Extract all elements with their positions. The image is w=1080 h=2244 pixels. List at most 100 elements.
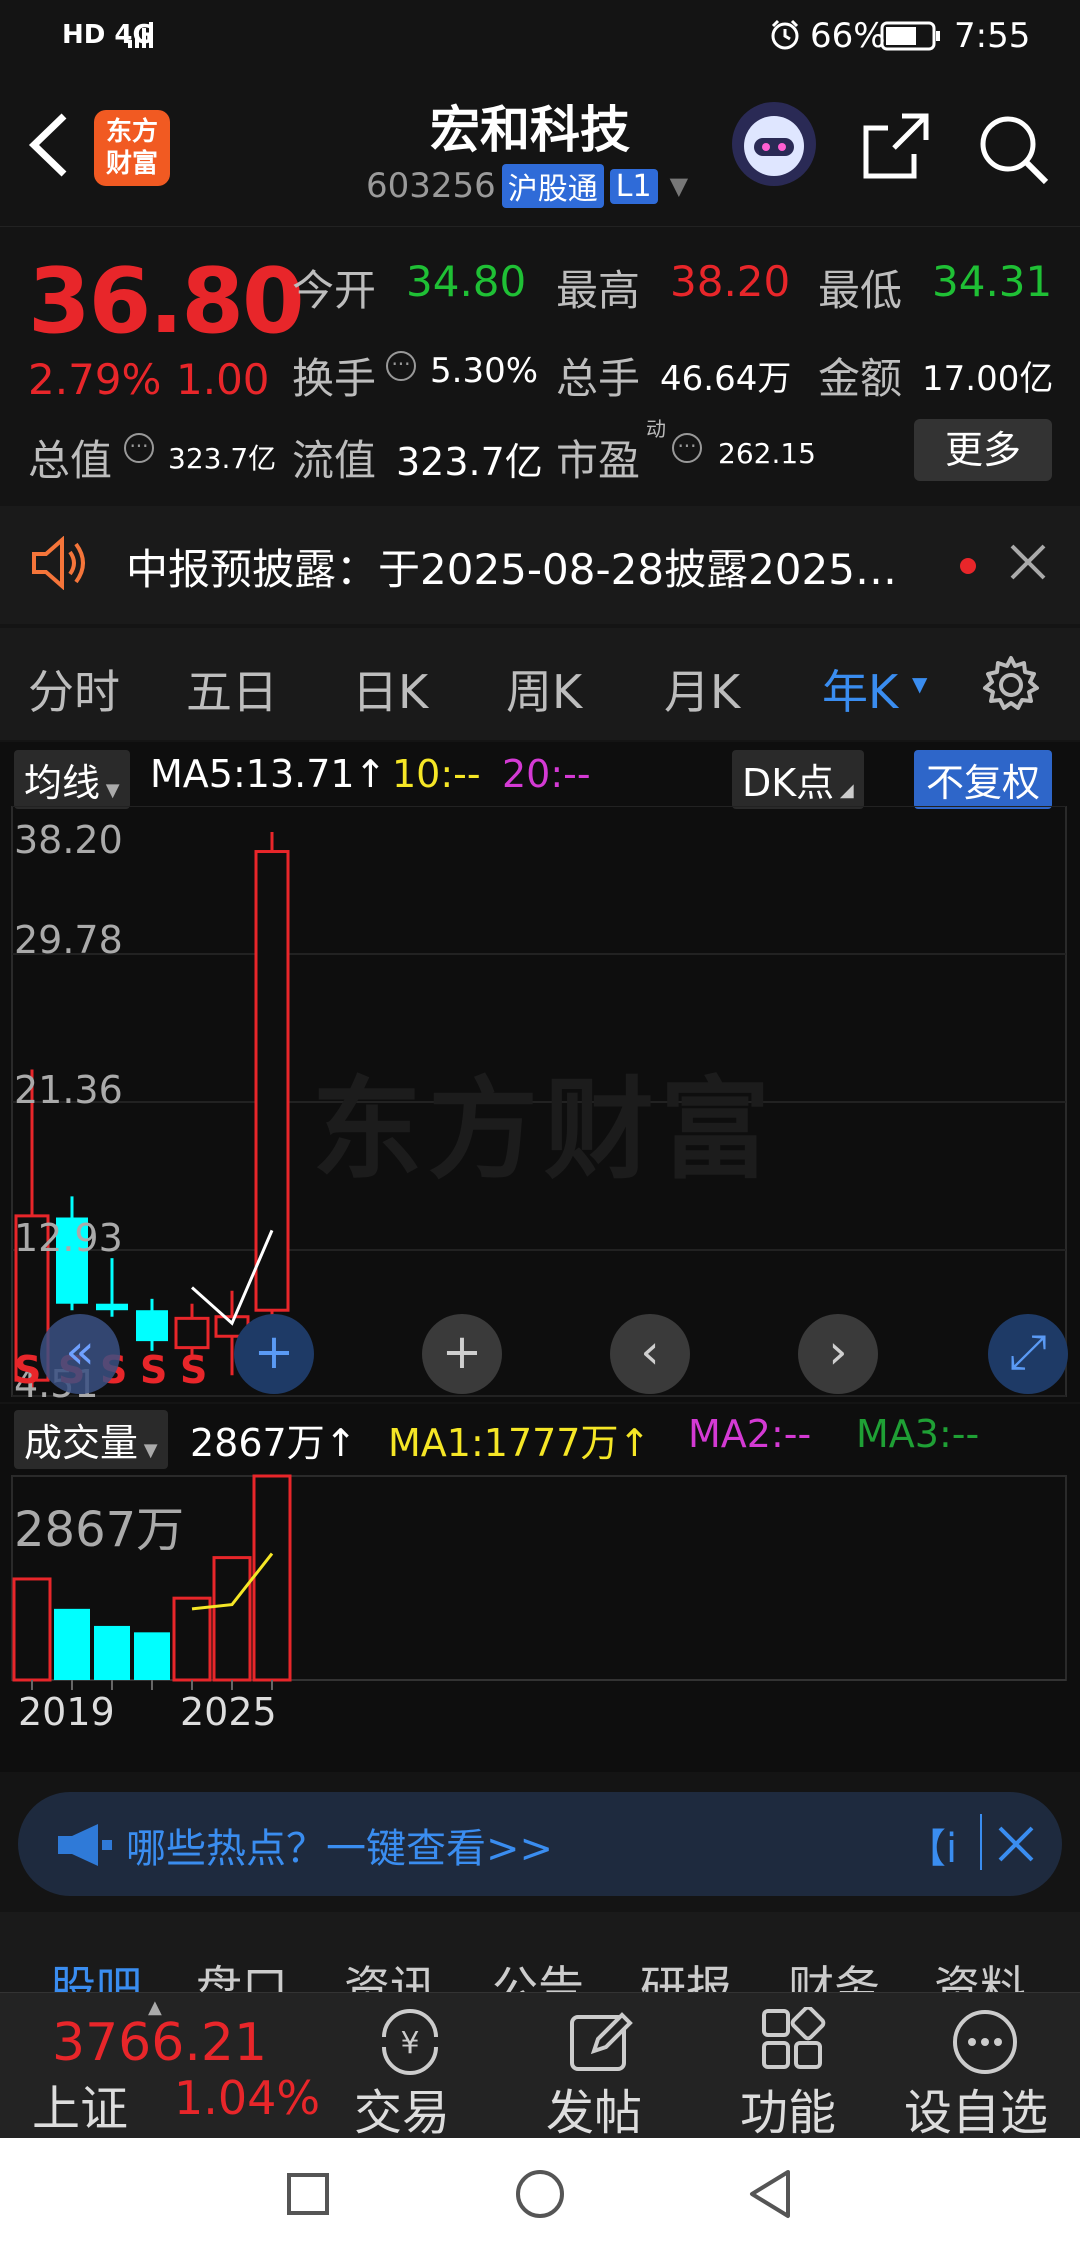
adjust-button[interactable]: 不复权 (914, 750, 1053, 809)
nav-add-watchlist[interactable]: 设自选 (900, 1993, 1080, 2141)
info-icon[interactable]: ··· (386, 351, 416, 381)
volume-bar (94, 1625, 130, 1680)
volume-bar (54, 1608, 90, 1680)
tab-news[interactable]: 资讯 (344, 1952, 436, 1992)
scroll-left-button[interactable]: ‹ (610, 1314, 690, 1394)
indicator-select-label: 成交量 (24, 1421, 139, 1465)
tab-announcements[interactable]: 公告 (492, 1952, 584, 1992)
quote-panel: 36.80 2.79% 1.00 今开 34.80 最高 38.20 最低 34… (0, 226, 1080, 502)
alarm-icon (768, 18, 802, 56)
nav-add-watchlist-label: 设自选 (904, 2085, 1049, 2141)
fullscreen-button[interactable]: ⤢ (988, 1314, 1068, 1394)
mktcap-value: 323.7亿 (168, 442, 277, 475)
battery-percent: 66% (810, 16, 886, 56)
dk-point-select[interactable]: DK点 ◢ (732, 750, 864, 809)
back-nav-icon[interactable] (746, 2168, 794, 2224)
back-icon[interactable] (26, 112, 72, 182)
volume-label: 总手 (556, 354, 641, 403)
home-icon[interactable] (514, 2168, 566, 2224)
index-ticker[interactable]: 3766.21 上证 1.04% (0, 1993, 330, 2139)
stock-code: 603256 (366, 166, 496, 206)
open-value: 34.80 (406, 257, 527, 306)
scroll-right-button[interactable]: › (798, 1314, 878, 1394)
app-logo[interactable]: 东方财富 (94, 110, 170, 186)
gear-icon[interactable] (980, 654, 1042, 720)
kline-chart-panel: 均线 ▼ MA5:13.71↑ 10:-- 20:-- DK点 ◢ 不复权 38… (0, 742, 1080, 1406)
high-value: 38.20 (670, 257, 791, 306)
ma-select[interactable]: 均线 ▼ (14, 750, 130, 809)
collapse-left-button[interactable]: « (40, 1314, 120, 1394)
tab-yearly-k[interactable]: 年K (822, 656, 898, 722)
level-tag: L1 (609, 168, 658, 204)
amount-value: 17.00亿 (922, 359, 1054, 399)
volume-ma1: MA1:1777万↑ (388, 1421, 651, 1465)
hotspot-banner[interactable]: 哪些热点？一键查看>> 【i (18, 1792, 1062, 1896)
y-tick-label: 21.36 (14, 1068, 123, 1112)
amount-label: 金额 (818, 354, 903, 403)
tab-profile[interactable]: 资料 (934, 1952, 1026, 1992)
zoom-in-button[interactable]: + (234, 1314, 314, 1394)
indicator-select[interactable]: 成交量 ▼ (14, 1410, 168, 1469)
close-icon[interactable] (1008, 542, 1048, 586)
volume-ma3: MA3:-- (856, 1412, 980, 1456)
clock: 7:55 (954, 16, 1031, 56)
tab-intraday[interactable]: 分时 (28, 656, 120, 722)
tab-weekly-k[interactable]: 周K (506, 656, 582, 722)
signal-bars-icon (126, 20, 156, 54)
candle-body (254, 850, 290, 1312)
grid-icon (760, 2005, 826, 2077)
y-tick-label: 12.93 (14, 1216, 123, 1260)
y-tick-label: 29.78 (14, 918, 123, 962)
ma5-value: MA5:13.71↑ (150, 752, 387, 796)
index-value: 3766.21 (52, 2013, 268, 2073)
share-icon[interactable] (858, 110, 932, 188)
zoom-in-button-2[interactable]: + (422, 1314, 502, 1394)
tab-finance[interactable]: 财务 (788, 1952, 880, 1992)
mktcap-label: 总值 (28, 436, 113, 485)
change-percent: 2.79% (28, 355, 162, 404)
index-change: 1.04% (174, 2071, 321, 2125)
nav-functions-label: 功能 (740, 2085, 837, 2141)
low-label: 最低 (818, 266, 903, 315)
x-tick-label: 2025 (180, 1690, 277, 1734)
tab-research[interactable]: 研报 (640, 1952, 732, 1992)
tab-monthly-k[interactable]: 月K (664, 656, 740, 722)
pe-superscript: 动 (646, 417, 666, 441)
nav-trade-label: 交易 (354, 2085, 451, 2141)
volume-panel: 成交量 ▼ 2867万↑ MA1:1777万↑ MA2:-- MA3:-- 28… (0, 1404, 1080, 1772)
sell-signal-mark: S (14, 1348, 42, 1392)
nav-post[interactable]: 发帖 (540, 1993, 700, 2141)
info-icon[interactable]: ··· (124, 433, 154, 463)
candle-body (174, 1316, 210, 1350)
notice-banner[interactable]: 中报预披露：于2025-08-28披露2025… (0, 506, 1080, 624)
more-button[interactable]: 更多 (914, 419, 1052, 481)
edit-icon (566, 2007, 636, 2081)
nav-trade[interactable]: ¥ 交易 (350, 1993, 510, 2141)
float-value: 323.7亿 (396, 440, 543, 484)
high-label: 最高 (556, 266, 641, 315)
close-icon[interactable] (996, 1824, 1036, 1868)
tab-pankou[interactable]: 盘口 (196, 1952, 288, 1992)
volume-bar (172, 1596, 212, 1682)
info-icon[interactable]: ··· (672, 433, 702, 463)
tab-guba[interactable]: 股吧 (50, 1952, 142, 1992)
caret-down-icon: ▼ (912, 672, 928, 696)
volume-bar (212, 1556, 252, 1682)
search-icon[interactable] (976, 112, 1050, 190)
nav-functions[interactable]: 功能 (730, 1993, 890, 2141)
volume-ma2: MA2:-- (688, 1412, 812, 1456)
ma20-value: 20:-- (502, 752, 591, 796)
recent-apps-icon[interactable] (286, 2172, 330, 2220)
megaphone-icon (54, 1822, 114, 1872)
stock-code-row[interactable]: 603256 沪股通 L1 ▼ (366, 164, 688, 208)
tab-daily-k[interactable]: 日K (352, 656, 428, 722)
more-icon (950, 2007, 1020, 2081)
volume-bar (12, 1577, 52, 1682)
stock-header: 东方财富 宏和科技 603256 沪股通 L1 ▼ (0, 72, 1080, 224)
open-label: 今开 (292, 266, 377, 315)
sell-signal-mark: S (140, 1348, 168, 1392)
tab-five-day[interactable]: 五日 (186, 656, 278, 722)
ai-assistant-avatar[interactable] (732, 102, 816, 186)
period-tabs: 分时 五日 日K 周K 月K 年K ▼ (0, 628, 1080, 740)
x-tick-label: 2019 (18, 1690, 115, 1734)
